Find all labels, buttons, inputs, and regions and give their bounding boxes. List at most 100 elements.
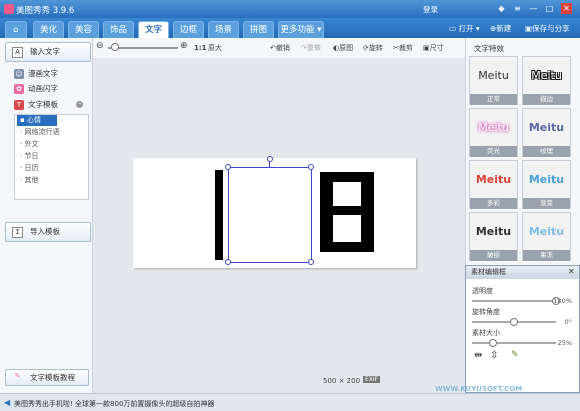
close-icon[interactable]: ✕	[568, 267, 575, 276]
effect-label: 果冻	[523, 250, 570, 261]
effect-normal[interactable]: Meitu 正常	[469, 56, 518, 105]
category-other[interactable]: · 其他	[20, 175, 38, 186]
size-label: 尺寸	[429, 44, 444, 52]
ratio-label[interactable]: 1:1	[194, 43, 207, 53]
opacity-label: 透明度	[472, 287, 493, 295]
color-picker-icon[interactable]: ✎	[511, 350, 519, 360]
effect-glow[interactable]: Meitu 荧光	[469, 108, 518, 157]
effect-label: 多彩	[470, 198, 517, 209]
category-internet[interactable]: · 网络流行语	[20, 127, 59, 138]
canvas-toolbar: ⊖ ⊕ 1:1 原大 ↶撤销 ↷重做 ◐原图 ⟳旋转 ✂裁剪 ▣尺寸	[93, 38, 465, 58]
status-message[interactable]: 美图秀秀出手机啦! 全球第一款800万前置摄像头的超级自拍神器	[14, 399, 214, 409]
tab-accessories[interactable]: 饰品	[103, 21, 134, 38]
tutorial-label: 文字模板教程	[30, 373, 75, 382]
undo-label: 撤销	[275, 44, 290, 52]
exif-badge[interactable]: EXIF	[363, 376, 381, 383]
category-festival[interactable]: · 节日	[20, 151, 38, 162]
minimize-icon[interactable]: —	[528, 3, 539, 14]
template-header[interactable]: T 文字模板	[14, 99, 58, 111]
category-label: 日历	[24, 164, 39, 172]
category-label: 其他	[24, 176, 39, 184]
tab-scene[interactable]: 场景	[208, 21, 239, 38]
crop-button[interactable]: ✂裁剪	[393, 43, 413, 53]
compare-button[interactable]: ◐原图	[333, 43, 353, 53]
import-template-label: 导入模板	[30, 227, 60, 236]
effect-label: 纹理	[523, 146, 570, 157]
menu-icon[interactable]: ≡	[512, 3, 523, 14]
effect-preview: Meitu	[523, 161, 570, 198]
app-logo-icon	[4, 4, 14, 14]
import-template-button[interactable]: ↥ 导入模板	[5, 222, 91, 242]
original-size-button[interactable]: 原大	[208, 43, 222, 53]
text-glyph-stroke	[320, 206, 374, 215]
tab-label: 文字	[144, 25, 162, 35]
effect-outline[interactable]: Meitu 描边	[522, 56, 571, 105]
redo-button[interactable]: ↷重做	[301, 43, 321, 53]
category-label: 心情	[26, 116, 41, 124]
tab-beautify[interactable]: 美化	[33, 21, 64, 38]
resize-handle[interactable]	[225, 164, 231, 170]
new-label: 新建	[496, 24, 512, 33]
effect-gradient[interactable]: Meitu 渐变	[522, 160, 571, 209]
resize-handle[interactable]	[308, 164, 314, 170]
tutorial-button[interactable]: ✎ 文字模板教程	[5, 369, 89, 386]
tab-beauty[interactable]: 美容	[68, 21, 99, 38]
category-foreign[interactable]: · 外文	[20, 139, 38, 150]
save-share-button[interactable]: ▣保存与分享	[525, 22, 570, 35]
canvas-size-label: 500 × 200	[323, 377, 361, 385]
image-canvas[interactable]	[133, 156, 416, 268]
tab-text[interactable]: 文字	[138, 21, 169, 38]
collapse-icon[interactable]: −	[76, 101, 83, 108]
main-tab-bar: ⌂ 美化 美容 饰品 文字 边框 场景 拼图 更多功能 ▾ ▭ 打开 ▾ ⊕新建…	[0, 18, 580, 38]
rotate-label: 旋转	[368, 44, 383, 52]
login-link[interactable]: 登录	[423, 4, 438, 15]
tab-border[interactable]: 边框	[173, 21, 204, 38]
comic-text-item[interactable]: ☺ 漫画文字	[14, 68, 58, 80]
zoom-in-icon[interactable]: ⊕	[180, 41, 188, 51]
rotate-handle[interactable]	[267, 156, 273, 162]
size-value: 25%	[557, 339, 572, 347]
left-panel: A 输入文字 ☺ 漫画文字 ✿ 动画闪字 T 文字模板 − ▪ 心情 · 网络流…	[0, 38, 93, 393]
tab-label: 美化	[39, 25, 57, 35]
effect-jelly[interactable]: Meitu 果冻	[522, 212, 571, 261]
comic-text-label: 漫画文字	[28, 69, 58, 78]
zoom-out-icon[interactable]: ⊖	[96, 41, 104, 51]
maximize-icon[interactable]: □	[544, 3, 555, 14]
effect-preview: Meitu	[470, 109, 517, 146]
tab-more[interactable]: 更多功能 ▾	[278, 21, 324, 38]
resize-handle[interactable]	[308, 259, 314, 265]
flip-vertical-icon[interactable]: ⇳	[490, 350, 498, 361]
undo-button[interactable]: ↶撤销	[270, 43, 290, 53]
effect-colorful[interactable]: Meitu 多彩	[469, 160, 518, 209]
open-button[interactable]: ▭ 打开 ▾	[449, 22, 480, 35]
resize-icon: ▣	[423, 44, 430, 52]
input-text-button[interactable]: A 输入文字	[5, 42, 91, 62]
category-mood[interactable]: ▪ 心情	[17, 115, 57, 126]
tab-label: 美容	[74, 25, 92, 35]
effect-broken[interactable]: Meitu 破损	[469, 212, 518, 261]
save-label: 保存与分享	[532, 24, 570, 33]
skin-icon[interactable]: ◆	[496, 3, 507, 14]
rotate-slider-knob[interactable]	[510, 318, 518, 326]
home-icon: ⌂	[13, 25, 19, 35]
effect-preview: Meitu	[470, 213, 517, 250]
text-glyph-stroke	[320, 172, 374, 182]
close-icon[interactable]: ✕	[561, 3, 572, 14]
selection-box[interactable]	[225, 156, 314, 265]
new-button[interactable]: ⊕新建	[490, 22, 511, 35]
size-button[interactable]: ▣尺寸	[423, 43, 444, 53]
resize-handle[interactable]	[225, 259, 231, 265]
text-glyph-stroke	[215, 170, 223, 260]
anim-text-item[interactable]: ✿ 动画闪字	[14, 83, 58, 95]
category-calendar[interactable]: · 日历	[20, 163, 38, 174]
tab-collage[interactable]: 拼图	[243, 21, 274, 38]
effect-label: 破损	[470, 250, 517, 261]
size-slider-knob[interactable]	[489, 339, 497, 347]
effect-label: 荧光	[470, 146, 517, 157]
zoom-slider-knob[interactable]	[111, 43, 119, 51]
effect-texture[interactable]: Meitu 纹理	[522, 108, 571, 157]
tab-home[interactable]: ⌂	[5, 21, 27, 38]
effect-preview: Meitu	[523, 213, 570, 250]
flip-horizontal-icon[interactable]: ⇹	[474, 350, 482, 361]
rotate-button[interactable]: ⟳旋转	[363, 43, 383, 53]
